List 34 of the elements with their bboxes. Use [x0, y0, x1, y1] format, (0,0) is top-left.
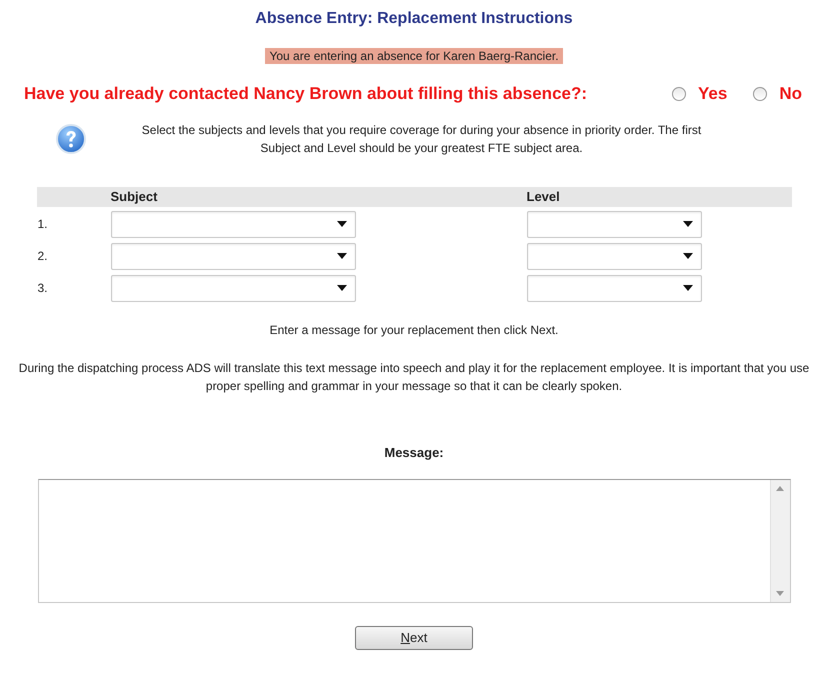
- scroll-up-icon[interactable]: [776, 486, 784, 491]
- radio-button[interactable]: [753, 86, 768, 101]
- radio-label: No: [779, 83, 802, 105]
- message-label: Message:: [384, 444, 444, 462]
- radio-label: Yes: [698, 83, 728, 105]
- page-title: Absence Entry: Replacement Instructions: [255, 9, 573, 29]
- dropdown[interactable]: [526, 274, 702, 302]
- row-number: 3.: [36, 280, 49, 297]
- scroll-down-icon[interactable]: [776, 591, 784, 596]
- caret-icon: [336, 253, 346, 259]
- dropdown[interactable]: [526, 210, 702, 238]
- dropdown[interactable]: [110, 210, 356, 238]
- dropdown[interactable]: [110, 242, 356, 270]
- row-number: 1.: [36, 216, 49, 233]
- radio-button[interactable]: [672, 86, 686, 101]
- next-button[interactable]: Next: [355, 626, 473, 650]
- notice-banner: You are entering an absence for Karen Baerg-Rancier.: [265, 48, 563, 64]
- column-header: Subject: [110, 188, 158, 206]
- message-field[interactable]: [38, 479, 790, 603]
- caret-icon: [336, 221, 346, 227]
- caret-icon: [682, 253, 692, 259]
- dropdown[interactable]: [526, 242, 702, 270]
- scrollbar[interactable]: [770, 480, 790, 602]
- question-label: Have you already contacted Nancy Brown about filling this absence?:: [24, 83, 588, 105]
- help-icon[interactable]: [55, 122, 87, 154]
- caret-icon: [682, 285, 692, 291]
- caret-icon: [682, 221, 692, 227]
- note-text: During the dispatching process ADS will translate this text message into speech and play it for the replacement employee. It is important that you use proper spelling and grammar in your message so that it can be clearly spoken.: [18, 360, 810, 394]
- dropdown[interactable]: [110, 274, 356, 302]
- row-number: 2.: [36, 248, 49, 265]
- column-header: Level: [526, 188, 560, 206]
- help-text: Select the subjects and levels that you require coverage for during your absence in priority order. The first Subject and Level should be your greatest FTE subject area.: [140, 122, 702, 156]
- instruction-text: Enter a message for your replacement then click Next.: [270, 322, 558, 338]
- caret-icon: [336, 285, 346, 291]
